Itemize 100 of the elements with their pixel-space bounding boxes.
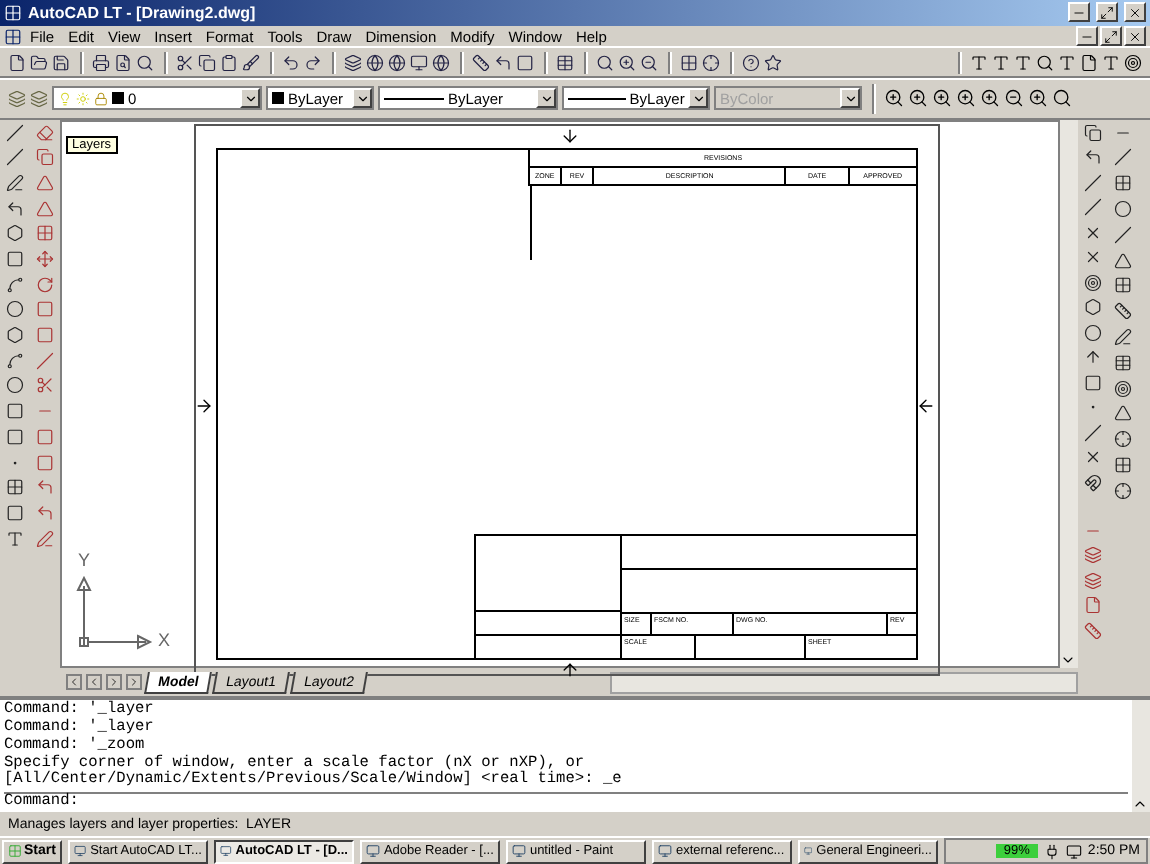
globe-icon[interactable] [388,53,406,72]
zoom-in-icon[interactable] [1052,88,1072,109]
tab-nav-button[interactable] [126,674,142,691]
zoom-in-icon[interactable] [908,88,928,109]
pencil-icon[interactable] [1113,327,1131,346]
scrollbar[interactable] [1132,700,1150,813]
curve-icon[interactable] [5,275,23,294]
search-icon[interactable] [596,53,614,72]
line-icon[interactable] [1083,198,1101,217]
cut-icon[interactable] [176,53,194,72]
layers-icon[interactable] [1083,571,1101,590]
zoom-in-icon[interactable] [956,88,976,109]
zoom-in-icon[interactable] [1028,88,1048,109]
zoom-in-icon[interactable] [618,53,636,72]
crosshair-icon[interactable] [1113,481,1131,500]
square-icon[interactable] [35,326,53,345]
square-icon[interactable] [1083,373,1101,392]
grid-icon[interactable] [1113,276,1131,295]
zoom-in-icon[interactable] [980,88,1000,109]
text-icon[interactable] [1102,53,1120,72]
triangle-icon[interactable] [1113,404,1131,423]
hexagon-icon[interactable] [5,326,23,345]
help-icon[interactable] [742,53,760,72]
table-icon[interactable] [556,53,574,72]
target-icon[interactable] [1124,53,1142,72]
rotate-icon[interactable] [35,275,53,294]
hexagon-icon[interactable] [5,224,23,243]
star-icon[interactable] [764,53,782,72]
line-icon[interactable] [5,148,23,167]
line-icon[interactable] [1113,225,1131,244]
layers-icon[interactable] [344,53,362,72]
square-icon[interactable] [35,300,53,319]
line-icon[interactable] [1083,423,1101,442]
maximize-button[interactable] [1096,2,1118,23]
grid-icon[interactable] [35,224,53,243]
pencil-icon[interactable] [5,173,23,192]
monitor-icon[interactable] [1065,843,1082,859]
hexagon-icon[interactable] [1083,298,1101,317]
text-icon[interactable] [992,53,1010,72]
text-icon[interactable] [1058,53,1076,72]
close-button[interactable] [1124,26,1146,47]
scrollbar[interactable] [1060,119,1078,669]
arrow-icon[interactable] [1083,348,1101,367]
new-file-icon[interactable] [8,53,26,72]
printer-icon[interactable] [92,53,110,72]
layers-icon[interactable] [1083,546,1101,565]
folder-icon[interactable] [30,53,48,72]
square-icon[interactable] [516,53,534,72]
corner-icon[interactable] [494,53,512,72]
ruler-icon[interactable] [1113,302,1131,321]
text-icon[interactable] [5,529,23,548]
rectangle-icon[interactable] [5,250,23,269]
copy-icon[interactable] [198,53,216,72]
target-icon[interactable] [1113,379,1131,398]
restore-button[interactable] [1100,26,1122,47]
zoom-out-icon[interactable] [640,53,658,72]
scissors-icon[interactable] [35,376,53,395]
grid-icon[interactable] [680,53,698,72]
crosshair-icon[interactable] [1113,430,1131,449]
circle-icon[interactable] [1113,199,1131,218]
corner-icon[interactable] [35,503,53,522]
monitor-icon[interactable] [410,53,428,72]
square-icon[interactable] [5,402,23,421]
crosshair-icon[interactable] [702,53,720,72]
text-icon[interactable] [1014,53,1032,72]
table-icon[interactable] [1113,353,1131,372]
minimize-button[interactable] [1068,2,1090,23]
grid-icon[interactable] [1113,455,1131,474]
zoom-in-icon[interactable] [884,88,904,109]
copy-icon[interactable] [1083,123,1101,142]
line-icon[interactable] [5,123,23,142]
save-icon[interactable] [52,53,70,72]
line-icon[interactable] [1083,173,1101,192]
tab-nav-button[interactable] [106,674,122,691]
document-icon[interactable] [4,27,22,46]
grid-icon[interactable] [5,478,23,497]
grid-icon[interactable] [1113,174,1131,193]
square-icon[interactable] [5,503,23,522]
eraser-icon[interactable] [35,123,53,142]
square-icon[interactable] [5,427,23,446]
scrollbar[interactable] [610,671,1078,694]
undo-icon[interactable] [282,53,300,72]
corner-icon[interactable] [1083,148,1101,167]
curve-icon[interactable] [5,351,23,370]
move-icon[interactable] [35,250,53,269]
magnet-icon[interactable] [1083,473,1101,492]
paste-icon[interactable] [220,53,238,72]
target-icon[interactable] [1083,273,1101,292]
search-icon[interactable] [136,53,154,72]
plug-icon[interactable] [1043,843,1060,859]
brush-icon[interactable] [242,53,260,72]
cross-icon[interactable] [1083,448,1101,467]
globe-icon[interactable] [432,53,450,72]
zoom-out-icon[interactable] [1004,88,1024,109]
minimize-button[interactable] [1076,26,1098,47]
search-icon[interactable] [1036,53,1054,72]
corner-icon[interactable] [5,199,23,218]
tab-nav-button[interactable] [86,674,102,691]
cross-icon[interactable] [1083,223,1101,242]
zoom-in-icon[interactable] [932,88,952,109]
